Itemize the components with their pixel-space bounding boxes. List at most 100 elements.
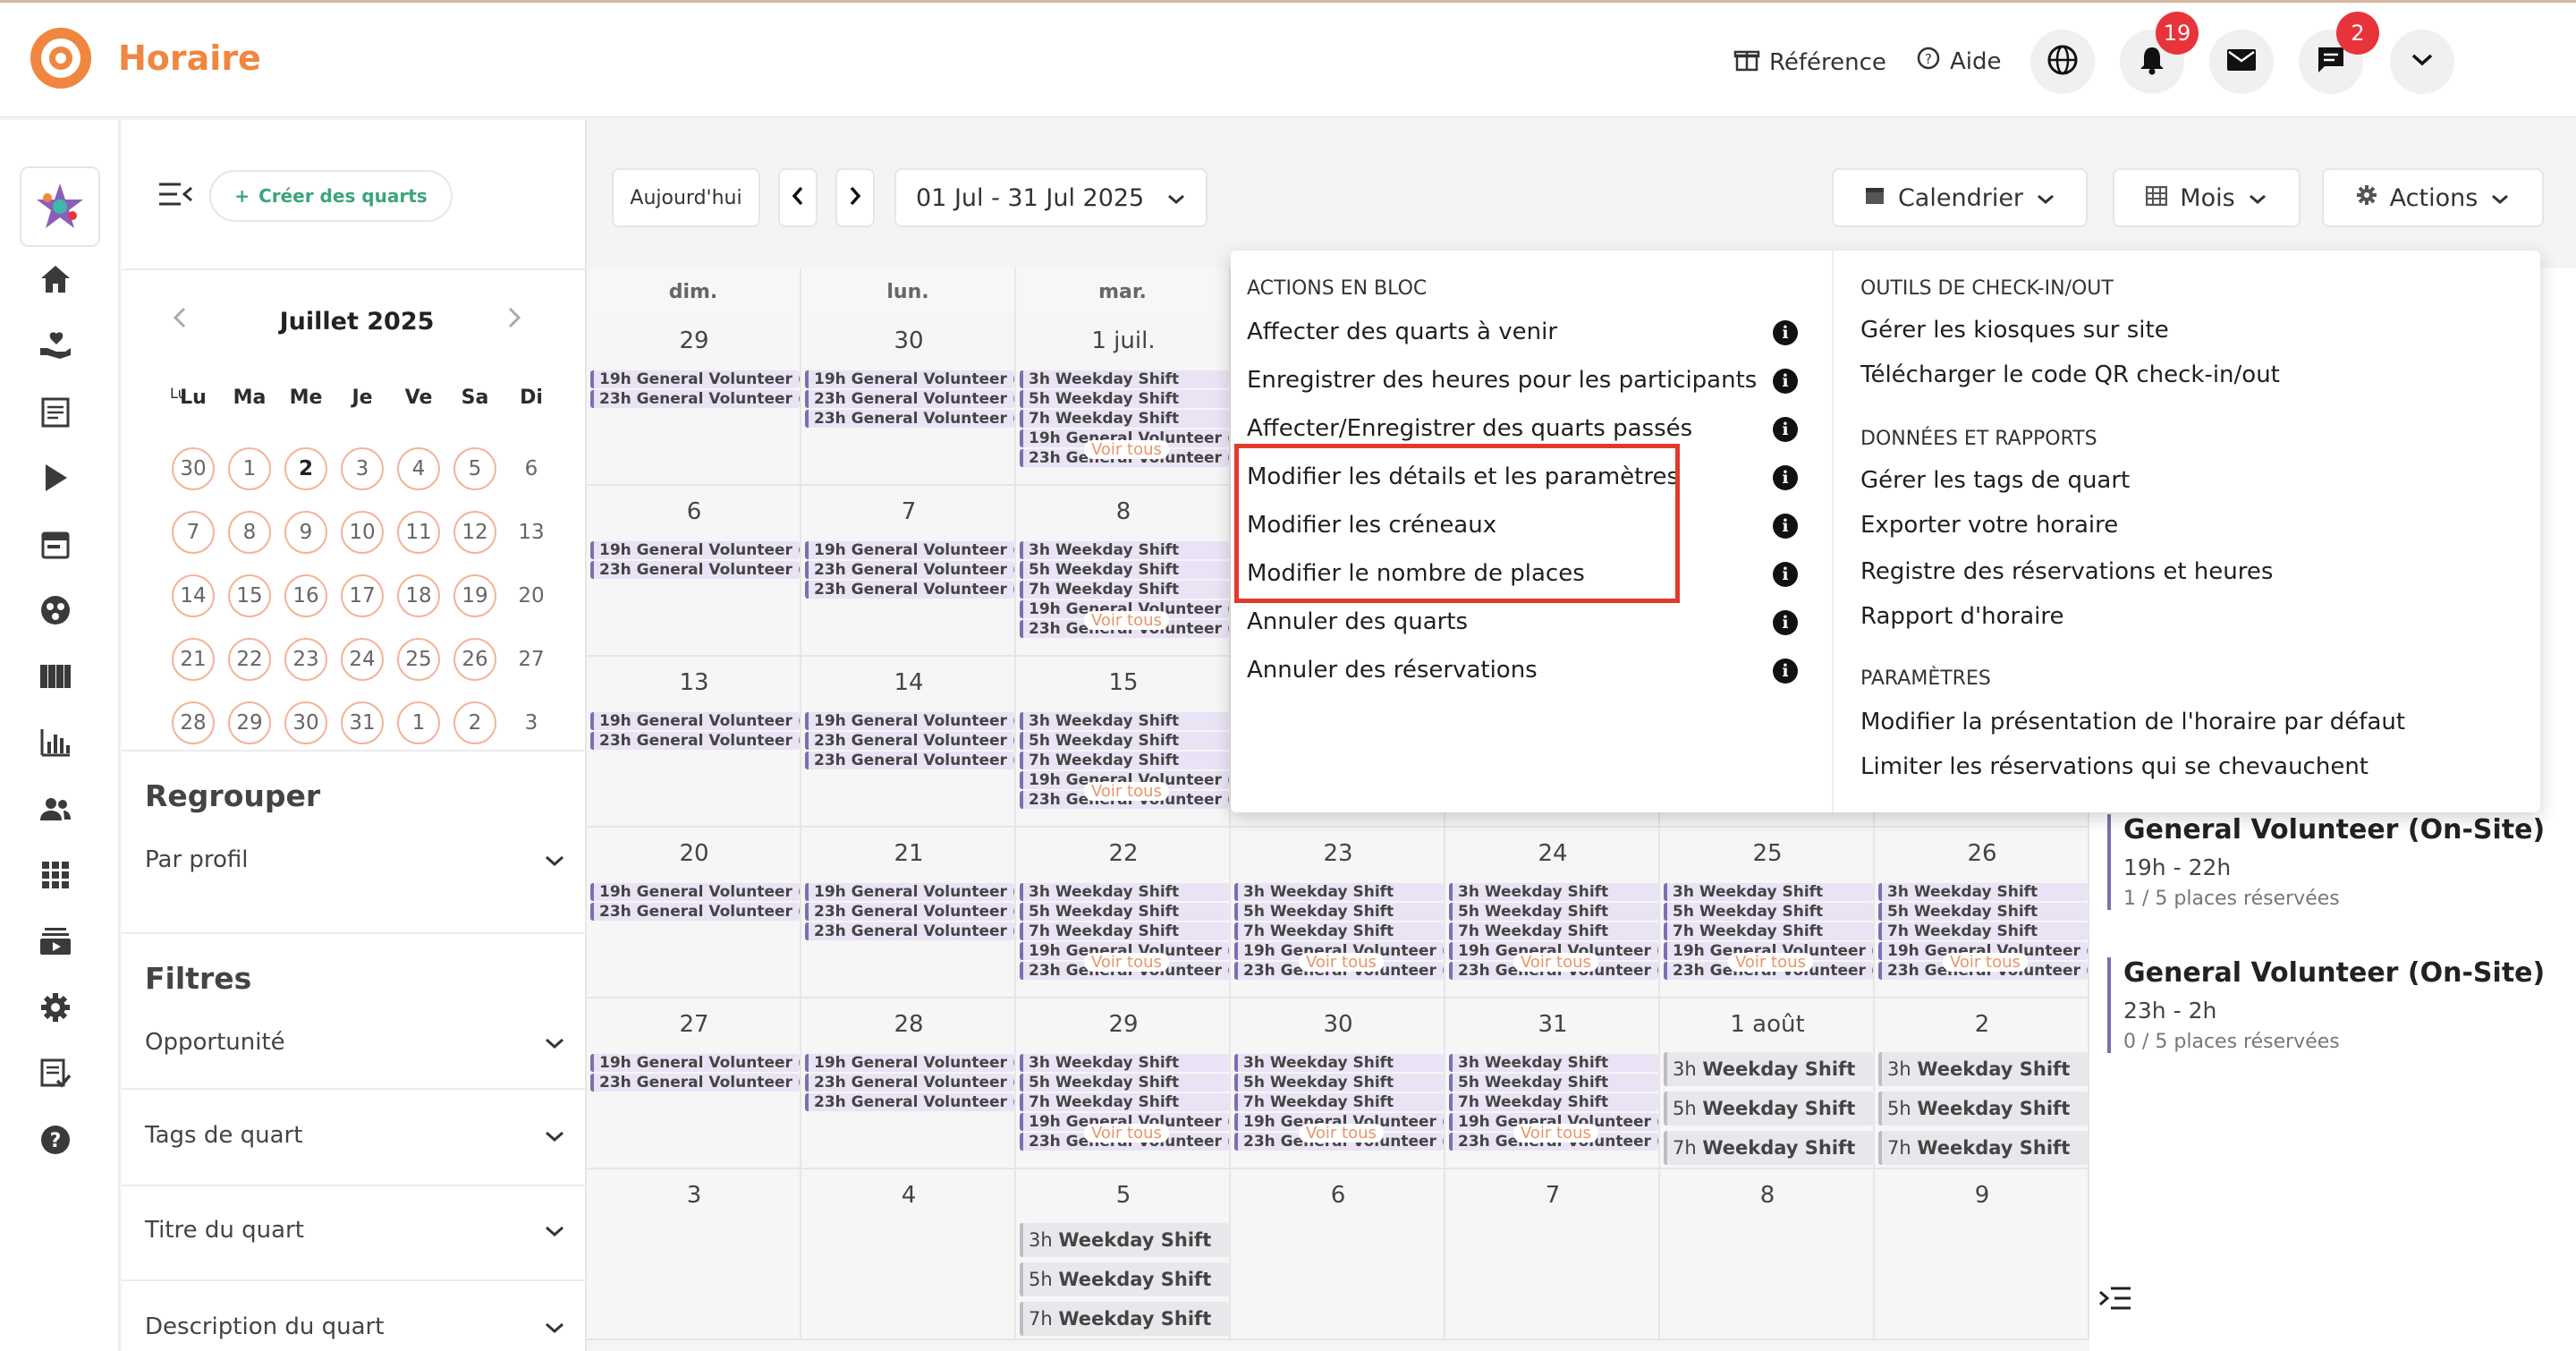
board-icon[interactable] <box>38 659 73 694</box>
shift-event[interactable]: 7h Weekday Shift <box>1020 922 1229 940</box>
collapse-panel-icon[interactable] <box>157 181 193 211</box>
shift-event[interactable]: 19h General Volunteer (On-Site) <box>590 541 800 559</box>
calendar-day-cell[interactable]: 30 19h General Volunteer (On-Site) 23h Gen… <box>801 315 1016 486</box>
shift-event[interactable]: 19h General Volunteer (On-Site) <box>805 712 1014 730</box>
account-menu-button[interactable] <box>2390 30 2454 94</box>
mini-calendar-day[interactable]: 12 <box>453 511 496 554</box>
shift-event[interactable]: 5h Weekday Shift <box>1020 1074 1229 1092</box>
mini-calendar-day[interactable]: 31 <box>341 701 384 744</box>
shift-event[interactable]: 3h Weekday Shift <box>1664 883 1873 901</box>
mini-calendar-day[interactable]: 29 <box>228 701 271 744</box>
shift-event[interactable]: 7h Weekday Shift <box>1664 1131 1873 1165</box>
shift-event[interactable]: 23h General Volunteer (On-Site) <box>805 1074 1014 1092</box>
calendar-day-cell[interactable]: 20 19h General Volunteer (On-Site) 23h Gen… <box>587 828 801 998</box>
filter-opportunity[interactable]: Opportunité <box>145 1029 565 1056</box>
shift-event[interactable]: 3h Weekday Shift <box>1878 1052 2088 1086</box>
mini-calendar-day[interactable]: 23 <box>284 638 327 681</box>
help-link[interactable]: ? Aide <box>1916 46 2002 77</box>
mini-calendar-day[interactable]: 27 <box>510 638 553 681</box>
mini-calendar-day[interactable]: 19 <box>453 574 496 617</box>
actions-menu-button[interactable]: Actions <box>2322 168 2544 227</box>
calendar-day-cell[interactable]: 29 3h Weekday Shift 5h Weekday Shift 7h Wee… <box>1016 998 1231 1169</box>
see-all-link[interactable]: Voir tous <box>1728 953 1813 972</box>
mini-calendar-day[interactable]: 26 <box>453 638 496 681</box>
shift-event[interactable]: 19h General Volunteer (On-Site) <box>590 370 800 388</box>
mini-calendar-day[interactable]: 24 <box>341 638 384 681</box>
calendar-day-cell[interactable]: 13 19h General Volunteer (On-Site) 23h Gen… <box>587 657 801 828</box>
calendar-day-cell[interactable]: 1 juil. 3h Weekday Shift 5h Weekday Shift 7… <box>1016 315 1231 486</box>
shift-event[interactable]: 3h Weekday Shift <box>1234 883 1444 901</box>
calendar-day-cell[interactable]: 6 <box>1231 1169 1445 1340</box>
menu-limit-overlaps[interactable]: Limiter les réservations qui se chevauch… <box>1860 753 2368 780</box>
mini-calendar-day[interactable]: 1 <box>228 447 271 490</box>
calendar-day-cell[interactable]: 27 19h General Volunteer (On-Site) 23h Gen… <box>587 998 801 1169</box>
mini-calendar-day[interactable]: 11 <box>397 511 440 554</box>
shift-event[interactable]: 3h Weekday Shift <box>1020 1223 1229 1257</box>
expand-pane-icon[interactable] <box>2098 1285 2132 1315</box>
info-icon[interactable]: i <box>1773 514 1798 539</box>
reports-chart-icon[interactable] <box>38 725 73 760</box>
logo-icon[interactable] <box>27 24 95 92</box>
see-all-link[interactable]: Voir tous <box>1943 953 2028 972</box>
shift-event[interactable]: 7h Weekday Shift <box>1020 410 1229 428</box>
shift-event[interactable]: 23h General Volunteer (On-Site) <box>590 732 800 750</box>
mini-calendar-day[interactable]: 7 <box>172 511 215 554</box>
reference-link[interactable]: Référence <box>1733 46 1886 79</box>
info-icon[interactable]: i <box>1773 417 1798 442</box>
shift-event[interactable]: 5h Weekday Shift <box>1878 903 2088 921</box>
shift-event[interactable]: 19h General Volunteer (On-Site) <box>590 1054 800 1072</box>
shift-event[interactable]: 7h Weekday Shift <box>1020 1093 1229 1111</box>
mini-calendar-day[interactable]: 1 <box>397 701 440 744</box>
menu-schedule-report[interactable]: Rapport d'horaire <box>1860 603 2064 630</box>
shift-event[interactable]: 19h General Volunteer (On-Site) <box>805 1054 1014 1072</box>
mini-calendar-day[interactable]: 17 <box>341 574 384 617</box>
shift-event[interactable]: 23h General Volunteer (On-Site) <box>805 752 1014 769</box>
menu-manage-kiosks[interactable]: Gérer les kiosques sur site <box>1860 317 2169 344</box>
media-stack-icon[interactable] <box>38 923 73 959</box>
mini-calendar-day[interactable]: 14 <box>172 574 215 617</box>
see-all-link[interactable]: Voir tous <box>1084 953 1169 972</box>
today-button[interactable]: Aujourd'hui <box>612 168 760 227</box>
menu-cancel-reservations[interactable]: Annuler des réservations <box>1247 657 1538 684</box>
help-circle-icon[interactable]: ? <box>38 1122 73 1158</box>
calendar-day-cell[interactable]: 3 <box>587 1169 801 1340</box>
checklist-icon[interactable] <box>38 1056 73 1092</box>
info-icon[interactable]: i <box>1773 465 1798 490</box>
shift-event[interactable]: 5h Weekday Shift <box>1020 390 1229 408</box>
home-icon[interactable] <box>38 261 73 297</box>
calendar-day-cell[interactable]: 4 <box>801 1169 1016 1340</box>
see-all-link[interactable]: Voir tous <box>1084 782 1169 801</box>
menu-download-qr[interactable]: Télécharger le code QR check-in/out <box>1860 361 2280 388</box>
shift-event[interactable]: 23h General Volunteer (On-Site) <box>805 922 1014 940</box>
calendar-day-cell[interactable]: 15 3h Weekday Shift 5h Weekday Shift 7h Wee… <box>1016 657 1231 828</box>
mini-calendar-day[interactable]: 6 <box>510 447 553 490</box>
calendar-day-cell[interactable]: 29 19h General Volunteer (On-Site) 23h Gen… <box>587 315 801 486</box>
shift-event[interactable]: 5h Weekday Shift <box>1234 903 1444 921</box>
shift-event[interactable]: 7h Weekday Shift <box>1878 922 2088 940</box>
mini-calendar-day[interactable]: 15 <box>228 574 271 617</box>
mini-calendar-day[interactable]: 2 <box>453 701 496 744</box>
shift-event[interactable]: 19h General Volunteer (On-Site) <box>805 370 1014 388</box>
filter-shift-description[interactable]: Description du quart <box>145 1313 565 1340</box>
shift-event[interactable]: 23h General Volunteer (On-Site) <box>805 581 1014 599</box>
prev-period-button[interactable] <box>778 168 818 227</box>
people-icon[interactable] <box>38 791 73 827</box>
shift-event[interactable]: 23h General Volunteer (On-Site) <box>805 390 1014 408</box>
shift-event[interactable]: 5h Weekday Shift <box>1020 732 1229 750</box>
see-all-link[interactable]: Voir tous <box>1513 953 1598 972</box>
menu-default-layout[interactable]: Modifier la présentation de l'horaire pa… <box>1860 709 2405 735</box>
mini-calendar-day[interactable]: 9 <box>284 511 327 554</box>
info-icon[interactable]: i <box>1773 562 1798 587</box>
calendar-day-cell[interactable]: 28 19h General Volunteer (On-Site) 23h Gen… <box>801 998 1016 1169</box>
shift-event[interactable]: 5h Weekday Shift <box>1020 1262 1229 1296</box>
menu-manage-tags[interactable]: Gérer les tags de quart <box>1860 467 2130 494</box>
info-icon[interactable]: i <box>1773 659 1798 684</box>
mini-calendar-day[interactable]: 13 <box>510 511 553 554</box>
mini-calendar-day[interactable]: 2 <box>284 447 327 490</box>
calendar-day-cell[interactable]: 7 19h General Volunteer (On-Site) 23h Gene… <box>801 486 1016 657</box>
mini-calendar-day[interactable]: 25 <box>397 638 440 681</box>
mini-calendar-day[interactable]: 5 <box>453 447 496 490</box>
apps-grid-icon[interactable] <box>38 857 73 893</box>
shift-event[interactable]: 5h Weekday Shift <box>1449 903 1658 921</box>
group-icon[interactable] <box>38 592 73 628</box>
